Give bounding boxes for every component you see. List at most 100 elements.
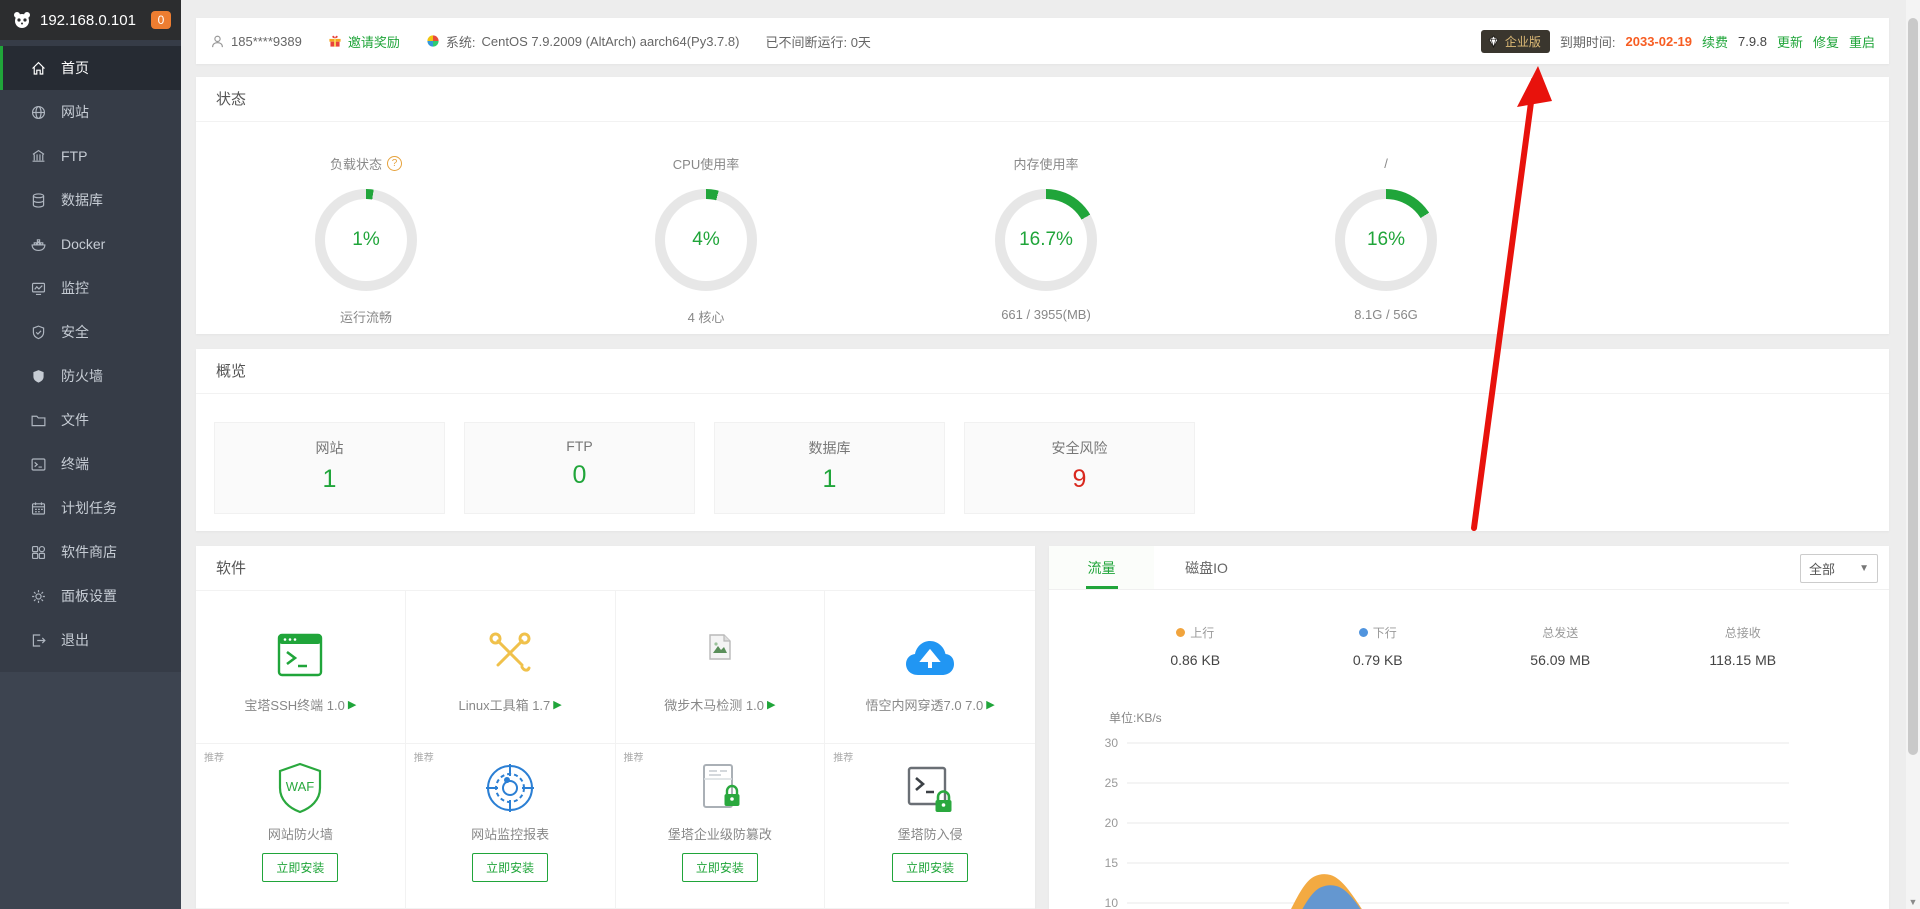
- sidebar-item-security[interactable]: 安全: [0, 310, 181, 354]
- app-grid-icon: [30, 544, 47, 561]
- app-trojan-scan[interactable]: 微步木马检测 1.0▶: [616, 591, 826, 744]
- sidebar-item-terminal[interactable]: 终端: [0, 442, 181, 486]
- overview-card: 概览 网站 1 FTP 0 数据库 1 安全风险 9: [196, 349, 1889, 531]
- sidebar-item-ftp[interactable]: FTP: [0, 134, 181, 178]
- sidebar-item-label: 文件: [61, 410, 89, 430]
- install-button[interactable]: 立即安装: [262, 853, 338, 882]
- logout-icon: [30, 632, 47, 649]
- user-icon: [210, 34, 225, 49]
- run-icon[interactable]: ▶: [986, 698, 994, 711]
- recommend-badge: 推荐: [204, 749, 224, 764]
- gauge-label: 内存使用率: [1013, 154, 1078, 173]
- scrollbar-thumb[interactable]: [1908, 18, 1918, 755]
- system-value: CentOS 7.9.2009 (AltArch) aarch64(Py3.7.…: [482, 34, 740, 49]
- downstream-value: 0.79 KB: [1287, 652, 1470, 668]
- gauge-ring: 16%: [1335, 189, 1437, 291]
- system-info: 系统: CentOS 7.9.2009 (AltArch) aarch64(Py…: [426, 32, 740, 51]
- app-cloud-tunnel[interactable]: 悟空内网穿透7.0 7.0▶: [825, 591, 1035, 744]
- recommended-app-monitor-report[interactable]: 推荐 网站监控报表 立即安装: [406, 744, 616, 909]
- legend-total-sent: 总发送 56.09 MB: [1469, 624, 1652, 668]
- status-card: 状态 负载状态? 1% 运行流畅 CPU使用率 4% 4 核心 内存使用率 16…: [196, 77, 1889, 334]
- page-scrollbar[interactable]: ▼: [1906, 0, 1920, 909]
- sidebar-item-label: 防火墙: [61, 366, 103, 386]
- overview-card-security-risk[interactable]: 安全风险 9: [964, 422, 1195, 514]
- traffic-chart-svg: 3025201510: [1089, 726, 1869, 909]
- overview-card-title: 概览: [196, 349, 1889, 394]
- restart-link[interactable]: 重启: [1849, 32, 1875, 51]
- install-button[interactable]: 立即安装: [472, 853, 548, 882]
- gauge-percent: 4%: [692, 229, 719, 251]
- app-name: 堡塔防入侵: [898, 824, 963, 843]
- recommend-badge: 推荐: [414, 749, 434, 764]
- edition-badge[interactable]: 企业版: [1481, 30, 1550, 53]
- overview-label: FTP: [465, 438, 694, 454]
- gauge-ring: 1%: [315, 189, 417, 291]
- gift-icon: [328, 34, 342, 48]
- sidebar-item-cron[interactable]: 计划任务: [0, 486, 181, 530]
- app-name: 网站监控报表: [471, 824, 549, 843]
- scrollbar-down-arrow[interactable]: ▼: [1906, 897, 1920, 907]
- legend-upstream: 上行 0.86 KB: [1104, 624, 1287, 668]
- help-icon[interactable]: ?: [387, 156, 402, 171]
- run-icon[interactable]: ▶: [767, 698, 775, 711]
- sidebar-item-home[interactable]: 首页: [0, 46, 181, 90]
- traffic-legend: 上行 0.86 KB 下行 0.79 KB 总发送 56.09 MB 总接收 1…: [1049, 624, 1889, 668]
- sidebar-item-label: Docker: [61, 236, 105, 252]
- app-name: 宝塔SSH终端 1.0: [244, 695, 344, 714]
- sidebar-item-files[interactable]: 文件: [0, 398, 181, 442]
- calendar-icon: [30, 500, 47, 517]
- sidebar-item-docker[interactable]: Docker: [0, 222, 181, 266]
- gauge-subtext: 4 核心: [688, 307, 725, 326]
- sidebar-item-logout[interactable]: 退出: [0, 618, 181, 662]
- overview-value: 1: [215, 465, 444, 494]
- overview-card-website[interactable]: 网站 1: [214, 422, 445, 514]
- recommend-badge: 推荐: [833, 749, 853, 764]
- recommended-app-intrusion-guard[interactable]: 推荐 堡塔防入侵 立即安装: [825, 744, 1035, 909]
- user-account[interactable]: 185****9389: [210, 34, 302, 49]
- overview-card-database[interactable]: 数据库 1: [714, 422, 945, 514]
- app-linux-toolbox[interactable]: Linux工具箱 1.7▶: [406, 591, 616, 744]
- overview-card-ftp[interactable]: FTP 0: [464, 422, 695, 514]
- update-link[interactable]: 更新: [1777, 32, 1803, 51]
- sidebar-item-label: 面板设置: [61, 586, 117, 606]
- sidebar-item-firewall[interactable]: 防火墙: [0, 354, 181, 398]
- sidebar-item-settings[interactable]: 面板设置: [0, 574, 181, 618]
- sidebar-item-website[interactable]: 网站: [0, 90, 181, 134]
- repair-link[interactable]: 修复: [1813, 32, 1839, 51]
- sidebar: 192.168.0.101 0 首页 网站 FTP 数据库 Docker 监控: [0, 0, 181, 909]
- topbar-left: 185****9389 邀请奖励 系统: CentOS 7.9.2009 (Al…: [210, 32, 871, 51]
- recommended-app-tamper-proof[interactable]: 推荐 堡塔企业级防篡改 立即安装: [616, 744, 826, 909]
- install-button[interactable]: 立即安装: [682, 853, 758, 882]
- svg-text:15: 15: [1105, 856, 1119, 870]
- tab-traffic[interactable]: 流量: [1049, 546, 1154, 589]
- run-icon[interactable]: ▶: [553, 698, 561, 711]
- topbar-right: 企业版 到期时间: 2033-02-19 续费 7.9.8 更新 修复 重启: [1481, 30, 1875, 53]
- sidebar-item-label: 数据库: [61, 190, 103, 210]
- gauge-disk-root: / 16% 8.1G / 56G: [1216, 122, 1556, 326]
- tab-disk-io[interactable]: 磁盘IO: [1154, 546, 1259, 589]
- sidebar-item-database[interactable]: 数据库: [0, 178, 181, 222]
- recommended-app-waf[interactable]: 推荐 WAF 网站防火墙 立即安装: [196, 744, 406, 909]
- message-count-badge[interactable]: 0: [151, 11, 171, 29]
- gear-icon: [30, 588, 47, 605]
- renew-link[interactable]: 续费: [1702, 32, 1728, 51]
- sidebar-item-label: 软件商店: [61, 542, 117, 562]
- gauge-label: CPU使用率: [673, 154, 739, 173]
- run-icon[interactable]: ▶: [348, 698, 356, 711]
- sidebar-item-monitor[interactable]: 监控: [0, 266, 181, 310]
- gauge-label: 负载状态: [330, 154, 382, 173]
- tamper-proof-icon: [696, 758, 744, 814]
- sidebar-menu: 首页 网站 FTP 数据库 Docker 监控 安全 防火墙: [0, 40, 181, 672]
- chevron-down-icon: ▼: [1859, 563, 1869, 574]
- total-sent-value: 56.09 MB: [1469, 652, 1652, 668]
- app-ssh-terminal[interactable]: 宝塔SSH终端 1.0 ▶: [196, 591, 406, 744]
- range-select[interactable]: 全部 ▼: [1800, 554, 1878, 583]
- sidebar-item-appstore[interactable]: 软件商店: [0, 530, 181, 574]
- traffic-tab-bar: 流量 磁盘IO 全部 ▼: [1049, 546, 1889, 590]
- gauge-subtext: 运行流畅: [340, 307, 392, 326]
- intrusion-guard-icon: [905, 758, 955, 814]
- invite-reward-link[interactable]: 邀请奖励: [328, 32, 400, 51]
- chart-unit-label: 单位:KB/s: [1109, 709, 1162, 726]
- install-button[interactable]: 立即安装: [892, 853, 968, 882]
- panel-version: 7.9.8: [1738, 34, 1767, 49]
